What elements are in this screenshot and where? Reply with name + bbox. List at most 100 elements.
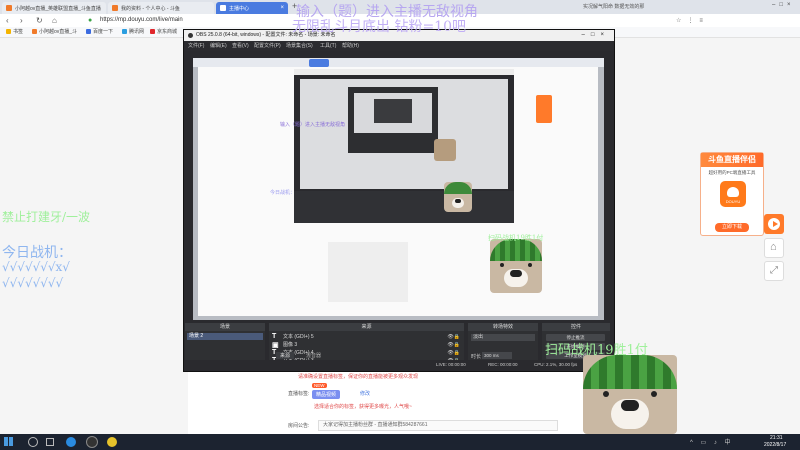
overlay-subheadline: 无限乱斗月底出 钻粉=10吧 bbox=[292, 19, 466, 35]
tag-chip[interactable]: 精品视频 bbox=[312, 390, 341, 399]
notice-label: 房间公告: bbox=[288, 423, 310, 429]
qq-icon bbox=[122, 29, 127, 34]
source-item[interactable]: T 文本 (GDI+) 5 bbox=[272, 333, 452, 340]
top-right-info: 实况解气阳命 数据无效的那 bbox=[583, 4, 645, 10]
new-badge: NEW bbox=[312, 383, 327, 388]
windows-taskbar: ^ ▭ ♪ 中 21:31 2022/8/17 bbox=[0, 434, 800, 450]
window-controls-icon[interactable]: –□× bbox=[772, 2, 794, 8]
overlay-scan-text: 扫码战机19胜1付 bbox=[545, 343, 648, 358]
obs-window-controls-icon[interactable]: –□× bbox=[582, 30, 610, 41]
menu-tools[interactable]: 工具(T) bbox=[320, 42, 336, 49]
back-icon[interactable]: ‹ bbox=[6, 16, 9, 25]
task-view-icon[interactable] bbox=[46, 438, 54, 446]
nested-deep bbox=[374, 99, 412, 123]
dog-avatar-small bbox=[444, 182, 472, 212]
jd-icon bbox=[150, 29, 155, 34]
refresh-icon[interactable]: ↻ bbox=[36, 16, 43, 25]
edge-browser-icon[interactable] bbox=[66, 437, 76, 447]
menu-edit[interactable]: 编辑(E) bbox=[210, 42, 227, 49]
live-status: LIVE: 00:00:00 bbox=[436, 362, 466, 367]
obs-preview[interactable]: 输入（题）进入主播无敌视角 今日战机： bbox=[193, 58, 604, 320]
obs-menu-bar: 文件(F) 编辑(E) 查看(V) 配置文件(P) 场景集合(S) 工具(T) … bbox=[184, 41, 614, 51]
bookmark-item[interactable]: 京东商城 bbox=[150, 28, 177, 35]
bookmark-item[interactable]: 百度一下 bbox=[86, 28, 113, 35]
dog-avatar-large bbox=[583, 355, 677, 434]
obs-logo-icon bbox=[188, 33, 193, 38]
overlay-warning: 禁止打建牙/一波 bbox=[2, 210, 91, 224]
tag-label: 直播标签: bbox=[288, 391, 310, 397]
bookmark-item[interactable]: 腾讯网 bbox=[122, 28, 144, 35]
nested-preview bbox=[300, 79, 508, 189]
url-input[interactable]: https://mp.douyu.com/live/main bbox=[100, 16, 183, 25]
obs-status-bar: LIVE: 00:00:00 REC: 00:00:00 CPU: 2.1%, … bbox=[184, 360, 614, 370]
duration-input[interactable]: 300 ms bbox=[482, 352, 512, 359]
browser-tab-active[interactable]: 主播中心 × bbox=[216, 2, 288, 14]
douyu-favicon-icon bbox=[112, 5, 118, 11]
nested-docks bbox=[294, 191, 514, 223]
expand-side-icon[interactable]: ⤢ bbox=[764, 261, 784, 281]
menu-profile[interactable]: 配置文件(P) bbox=[254, 42, 281, 49]
scene-item[interactable]: 场景 2 bbox=[187, 333, 263, 340]
ad-download-button[interactable]: 立即下载 bbox=[715, 223, 749, 232]
tag-tip-2: 选择适合你的标签，获得更多曝光，人气哦~ bbox=[314, 404, 412, 410]
obs-taskbar-icon[interactable] bbox=[86, 436, 98, 448]
menu-help[interactable]: 帮助(H) bbox=[342, 42, 359, 49]
nested-dog-thumb bbox=[434, 139, 456, 161]
sources-dock-title: 来源 bbox=[269, 323, 464, 331]
obs-window: OBS 25.0.8 (64-bit, windows) - 配置文件: 未命名… bbox=[183, 29, 615, 372]
preview-browser-tabs bbox=[193, 58, 604, 67]
rec-status: REC: 00:00:00 bbox=[488, 362, 518, 367]
overlay-checks: √√√√√√√x√ bbox=[2, 260, 70, 274]
transition-dock-title: 转场特效 bbox=[468, 323, 538, 331]
bookmark-item[interactable]: 书签 bbox=[6, 28, 23, 35]
tab-label: 小阿越ov直播_英雄联盟直播_斗鱼直播 bbox=[15, 5, 101, 12]
tab-label: 我的资料 - 个人中心 - 斗鱼 bbox=[121, 5, 180, 12]
menu-view[interactable]: 查看(V) bbox=[232, 42, 249, 49]
overlay-checks-2: √√√√√√√√ bbox=[2, 276, 64, 290]
close-tab-icon[interactable]: × bbox=[280, 5, 284, 11]
scenes-dock-title: 场景 bbox=[185, 323, 265, 331]
cpu-status: CPU: 2.1%, 30.00 fps bbox=[534, 362, 578, 367]
preview-mini-ad bbox=[536, 95, 552, 123]
nested-inner-obs bbox=[348, 87, 438, 153]
nested-title bbox=[294, 69, 514, 75]
tray-icons[interactable]: ^ ▭ ♪ 中 bbox=[690, 437, 734, 446]
duration-label: 时长 bbox=[471, 354, 482, 360]
douyu-favicon-icon bbox=[220, 5, 226, 11]
nested-obs-capture bbox=[294, 69, 514, 223]
dog-avatar-medium bbox=[490, 239, 542, 293]
tab-label: 主播中心 bbox=[229, 5, 250, 12]
home-icon[interactable]: ⌂ bbox=[52, 16, 57, 25]
modify-link[interactable]: 修改 bbox=[360, 390, 370, 397]
source-item[interactable]: ▣ 图像 3 bbox=[272, 341, 452, 349]
menu-file[interactable]: 文件(F) bbox=[188, 42, 204, 49]
windows-start-icon[interactable] bbox=[4, 437, 13, 446]
controls-dock-title: 控件 bbox=[542, 323, 610, 331]
source-item[interactable]: T 文本 (GDI+) 4 bbox=[272, 349, 452, 356]
douyu-favicon-icon bbox=[6, 5, 12, 11]
secure-lock-icon: ● bbox=[88, 17, 93, 24]
toolbar-icons[interactable]: ☆⋮≡ bbox=[676, 17, 709, 24]
dock-tab-sources[interactable]: 来源 bbox=[276, 352, 295, 359]
menu-scene-collection[interactable]: 场景集合(S) bbox=[286, 42, 313, 49]
baidu-icon bbox=[86, 29, 91, 34]
home-side-icon[interactable]: ⌂ bbox=[764, 238, 784, 258]
transition-select[interactable]: 淡出 bbox=[471, 334, 535, 341]
browser-tab[interactable]: 小阿越ov直播_英雄联盟直播_斗鱼直播 bbox=[2, 2, 106, 14]
dock-tab-mixer[interactable]: 混音器 bbox=[302, 352, 325, 359]
overlay-dog-label: 扫码战机19胜1付 bbox=[488, 234, 544, 242]
tag-tip: 请准确设置直播标签，保证你的直播能被更多观众发现 bbox=[298, 374, 419, 380]
search-icon[interactable] bbox=[28, 437, 38, 447]
play-side-icon[interactable] bbox=[764, 214, 784, 234]
forward-icon[interactable]: › bbox=[20, 16, 23, 25]
douyu-favicon-icon bbox=[32, 29, 37, 34]
douyu-companion-ad[interactable]: 斗鱼直播伴侣 超好用的PC端直播工具 DOUYU 立即下载 bbox=[700, 152, 764, 236]
chrome-taskbar-icon[interactable] bbox=[107, 437, 117, 447]
image-source-icon: ▣ bbox=[272, 341, 279, 349]
bookmark-item[interactable]: 小阿越ov直播_斗 bbox=[32, 28, 77, 35]
notice-field[interactable]: 大家记得加主播粉丝群 - 直播通知群584287661 bbox=[318, 420, 558, 431]
ad-subtitle: 超好用的PC端直播工具 bbox=[708, 170, 756, 175]
taskbar-time: 21:31 bbox=[770, 435, 783, 441]
star-icon bbox=[6, 29, 11, 34]
browser-tab[interactable]: 我的资料 - 个人中心 - 斗鱼 bbox=[108, 2, 214, 14]
